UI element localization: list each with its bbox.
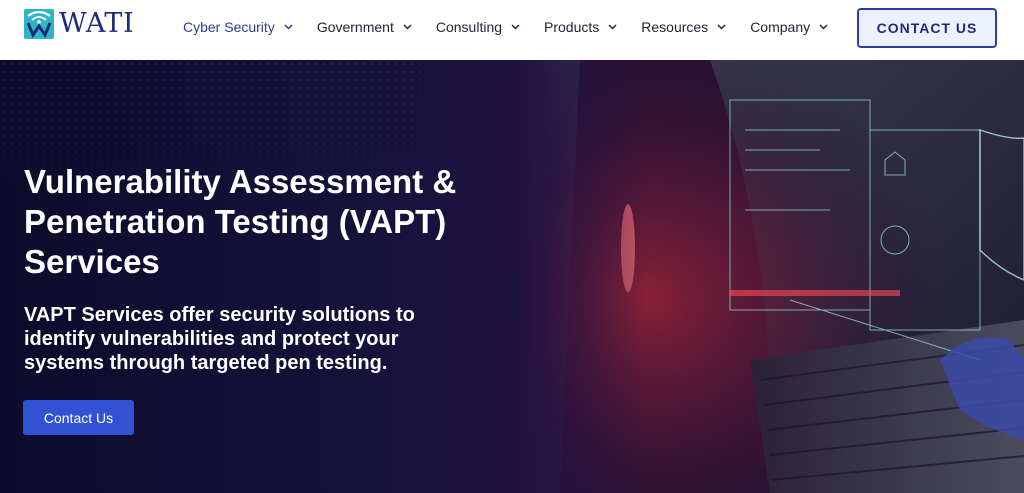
nav-item-label: Products <box>544 19 600 35</box>
nav-item-products[interactable]: Products <box>544 19 617 35</box>
hero-title-line: Vulnerability Assessment & <box>24 163 457 200</box>
nav-item-consulting[interactable]: Consulting <box>436 19 520 35</box>
site-header: WATI Cyber Security Government Consultin… <box>0 0 1024 60</box>
chevron-down-icon <box>819 24 828 30</box>
hero-subtitle-line: identify vulnerabilities and protect you… <box>24 328 399 350</box>
nav-item-label: Company <box>750 19 811 35</box>
brand-logo[interactable]: WATI <box>24 8 134 40</box>
nav-item-label: Resources <box>641 19 709 35</box>
brand-name: WATI <box>59 8 135 39</box>
nav-item-government[interactable]: Government <box>317 19 412 35</box>
nav-item-cyber-security[interactable]: Cyber Security <box>183 19 293 35</box>
contact-us-header-button[interactable]: CONTACT US <box>857 8 997 48</box>
hero-laptop-image <box>520 60 1024 493</box>
nav-item-label: Government <box>316 19 394 35</box>
hero-title-line: Services <box>24 243 160 280</box>
nav-item-company[interactable]: Company <box>750 19 828 35</box>
chevron-down-icon <box>717 24 726 30</box>
chevron-down-icon <box>608 24 617 30</box>
chevron-down-icon <box>403 24 412 30</box>
hero-section: Vulnerability Assessment & Penetration T… <box>0 60 1024 493</box>
nav-item-label: Consulting <box>435 19 503 35</box>
hero-subtitle: VAPT Services offer security solutions t… <box>24 303 444 375</box>
nav-item-label: Cyber Security <box>183 19 275 35</box>
contact-us-hero-button[interactable]: Contact Us <box>23 400 134 435</box>
hero-subtitle-line: VAPT Services offer security solutions t… <box>24 304 415 326</box>
hero-title: Vulnerability Assessment & Penetration T… <box>24 162 504 282</box>
chevron-down-icon <box>511 24 520 30</box>
hero-subtitle-line: systems through targeted pen testing. <box>24 352 388 374</box>
main-nav: Cyber Security Government Consulting Pro… <box>183 0 852 54</box>
chevron-down-icon <box>284 24 293 30</box>
hero-title-line: Penetration Testing (VAPT) <box>24 203 447 240</box>
nav-item-resources[interactable]: Resources <box>641 19 726 35</box>
wifi-w-logo-icon <box>24 9 54 39</box>
